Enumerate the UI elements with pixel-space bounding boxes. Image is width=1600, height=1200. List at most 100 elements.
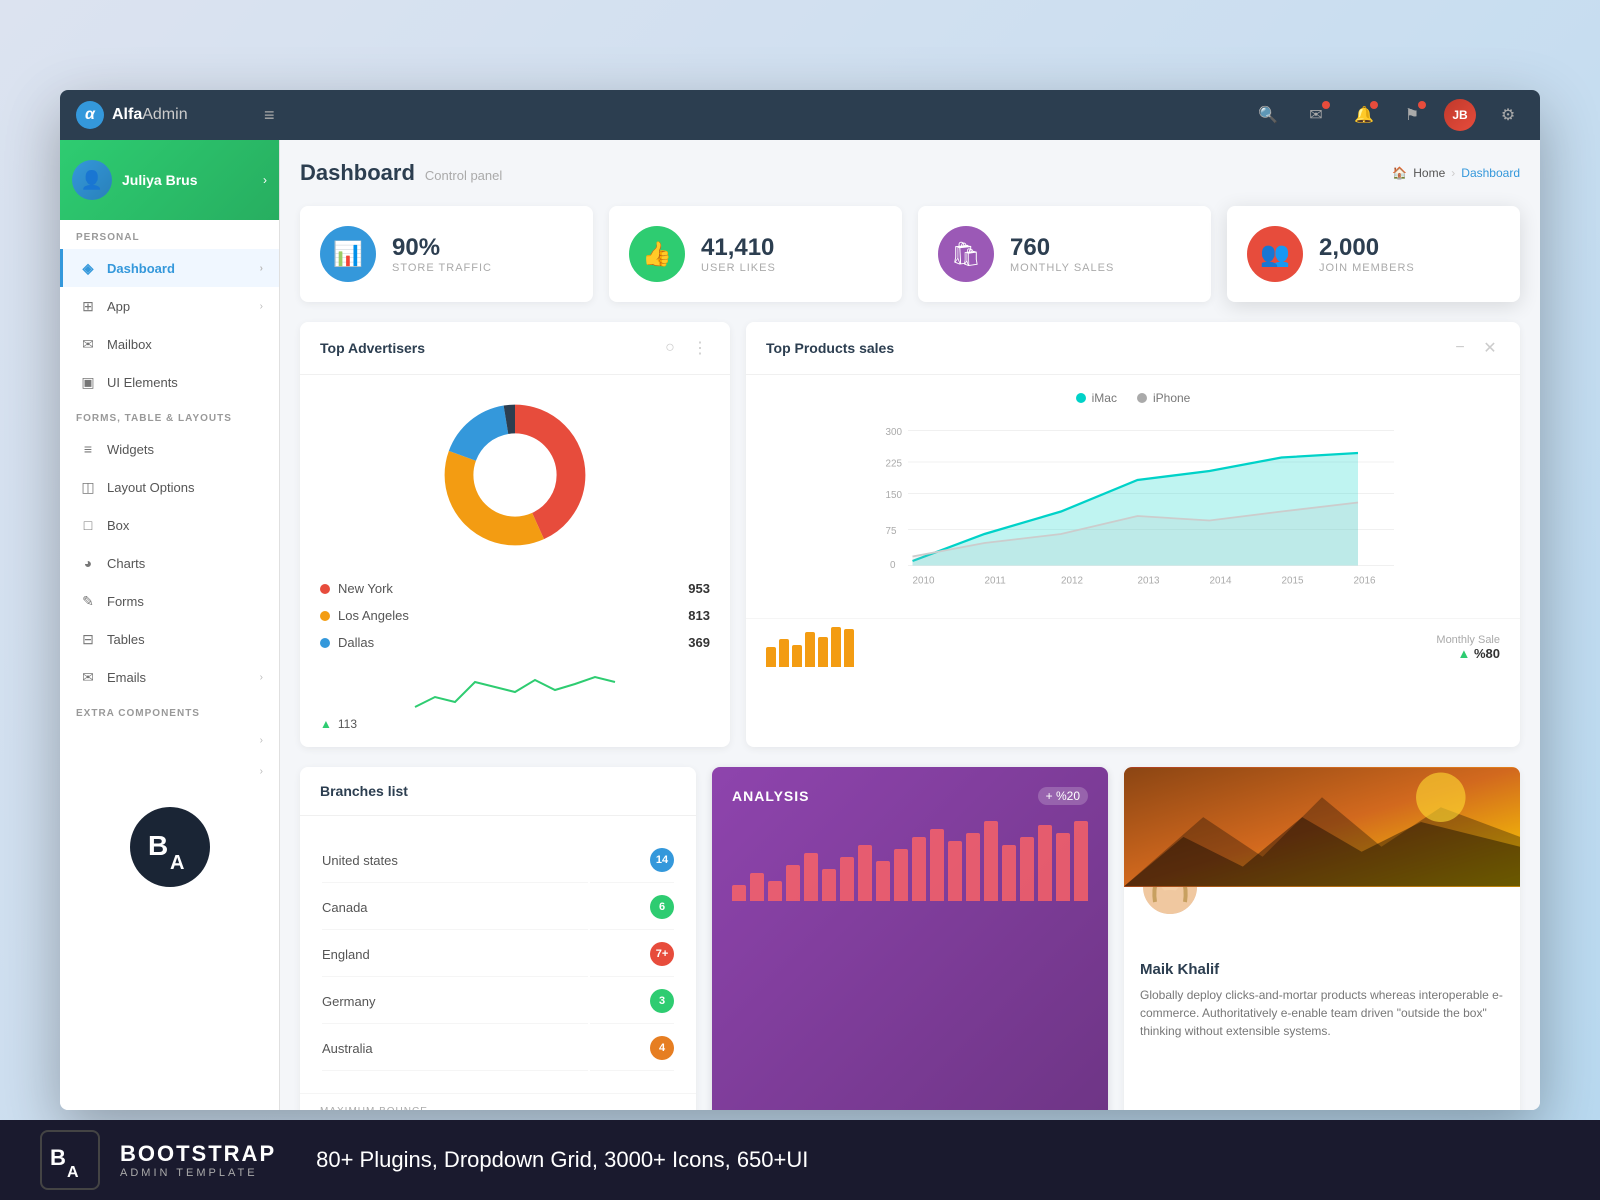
mini-value-row: ▲ 113 [320, 717, 710, 731]
card-more-btn[interactable]: ⋮ [690, 338, 710, 358]
line-chart-svg: 300 225 150 75 0 2010 [766, 417, 1500, 597]
sidebar-item-app[interactable]: ⊞ App › [60, 287, 279, 325]
stat-value-traffic: 90% [392, 234, 492, 262]
dashboard-icon: ◈ [79, 259, 97, 277]
brand-admin: Admin [142, 106, 187, 123]
svg-text:225: 225 [886, 459, 903, 470]
monthly-sale-info: Monthly Sale ▲ %80 [1436, 634, 1500, 661]
analysis-card: ANALYSIS + %20 [712, 767, 1108, 1110]
notification-badge [1370, 101, 1378, 109]
sidebar-item-box[interactable]: □ Box [60, 506, 279, 544]
table-row: England 7+ [322, 932, 674, 977]
layout-icon: ◫ [79, 478, 97, 496]
badge-australia: 4 [650, 1036, 674, 1060]
stat-label-members: JOIN MEMBERS [1319, 262, 1415, 274]
stat-icon-likes: 👍 [629, 226, 685, 282]
mini-bars [766, 627, 854, 667]
analysis-badge: + %20 [1038, 787, 1088, 805]
stat-value-sales: 760 [1010, 234, 1114, 262]
content-area: Dashboard Control panel 🏠 Home › Dashboa… [280, 140, 1540, 1110]
close-btn[interactable]: ✕ [1480, 338, 1500, 358]
search-button[interactable]: 🔍 [1252, 99, 1284, 131]
breadcrumb-home-link[interactable]: Home [1413, 166, 1445, 180]
main-layout: 👤 Juliya Brus › PERSONAL ◈ Dashboard › ⊞… [60, 140, 1540, 1110]
page-title: Dashboard [300, 160, 415, 186]
breadcrumb-separator: › [1451, 166, 1455, 180]
legend-label-dallas: Dallas [338, 635, 688, 650]
profile-name-area: Maik Khalif [1124, 961, 1520, 986]
sidebar-label-layout: Layout Options [107, 480, 194, 495]
emails-icon: ✉ [79, 668, 97, 686]
card-circle-btn[interactable]: ○ [660, 338, 680, 358]
sidebar-extra-1[interactable]: › [60, 725, 279, 756]
table-row: Germany 3 [322, 979, 674, 1024]
svg-text:2015: 2015 [1282, 576, 1304, 587]
bounce-area: MAXIMUM BOUNCE 3500 75% [300, 1093, 696, 1110]
analysis-bars [732, 821, 1088, 901]
legend-label-la: Los Angeles [338, 608, 688, 623]
legend-label-imac: iMac [1092, 391, 1117, 405]
sidebar: 👤 Juliya Brus › PERSONAL ◈ Dashboard › ⊞… [60, 140, 280, 1110]
badge-england: 7+ [650, 942, 674, 966]
bounce-label: MAXIMUM BOUNCE [320, 1106, 676, 1110]
sidebar-item-mailbox[interactable]: ✉ Mailbox [60, 325, 279, 363]
branch-country-australia: Australia [322, 1026, 588, 1071]
table-row: Canada 6 [322, 885, 674, 930]
chart-legend-top: iMac iPhone [766, 391, 1500, 405]
hamburger-button[interactable]: ≡ [264, 105, 275, 126]
sidebar-item-emails[interactable]: ✉ Emails › [60, 658, 279, 696]
mini-trend-icon: ▲ [320, 717, 332, 731]
sidebar-item-charts[interactable]: ◕ Charts [60, 544, 279, 582]
extra-2-arrow: › [260, 766, 263, 777]
legend-iphone: iPhone [1137, 391, 1190, 405]
analysis-bar-8 [858, 845, 872, 901]
stat-info-likes: 41,410 USER LIKES [701, 234, 776, 274]
top-navbar: α AlfaAdmin ≡ 🔍 ✉ 🔔 ⚑ JB ⚙ [60, 90, 1540, 140]
mini-bar-5 [818, 637, 828, 667]
flag-button[interactable]: ⚑ [1396, 99, 1428, 131]
monthly-trend-icon: ▲ [1457, 646, 1470, 661]
banner-description: 80+ Plugins, Dropdown Grid, 3000+ Icons,… [316, 1147, 808, 1173]
stat-icon-sales: 🛍 [938, 226, 994, 282]
sidebar-item-layout[interactable]: ◫ Layout Options [60, 468, 279, 506]
svg-text:2013: 2013 [1138, 576, 1160, 587]
notification-button[interactable]: 🔔 [1348, 99, 1380, 131]
legend-dot-iphone [1137, 393, 1147, 403]
legend-value-newyork: 953 [688, 581, 710, 596]
stat-info-members: 2,000 JOIN MEMBERS [1319, 234, 1415, 274]
email-button[interactable]: ✉ [1300, 99, 1332, 131]
sidebar-label-charts: Charts [107, 556, 145, 571]
sidebar-item-ui-elements[interactable]: ▣ UI Elements [60, 363, 279, 401]
ui-elements-icon: ▣ [79, 373, 97, 391]
monthly-sale-value: ▲ %80 [1436, 646, 1500, 661]
monthly-sale-percent: %80 [1474, 646, 1500, 661]
stat-info-sales: 760 MONTHLY SALES [1010, 234, 1114, 274]
sidebar-item-dashboard[interactable]: ◈ Dashboard › [60, 249, 279, 287]
sidebar-label-forms: Forms [107, 594, 144, 609]
page-subtitle: Control panel [425, 168, 502, 183]
sidebar-username: Juliya Brus [122, 172, 197, 188]
mini-wave-chart [320, 672, 710, 712]
card-title-products: Top Products sales [766, 340, 894, 356]
svg-text:B: B [148, 830, 168, 861]
settings-button[interactable]: ⚙ [1492, 99, 1524, 131]
bottom-row: Branches list United states 14 Canada [300, 767, 1520, 1110]
sidebar-user[interactable]: 👤 Juliya Brus › [60, 140, 279, 220]
minimize-btn[interactable]: − [1450, 338, 1470, 358]
profile-name: Maik Khalif [1140, 961, 1504, 978]
analysis-bar-20 [1074, 821, 1088, 901]
user-avatar[interactable]: JB [1444, 99, 1476, 131]
breadcrumb-home-icon: 🏠 [1392, 166, 1407, 180]
sidebar-extra-2[interactable]: › [60, 756, 279, 787]
sidebar-item-tables[interactable]: ⊟ Tables [60, 620, 279, 658]
analysis-title: ANALYSIS [732, 788, 810, 804]
sidebar-label-tables: Tables [107, 632, 145, 647]
analysis-bar-6 [822, 869, 836, 901]
legend-new-york: New York 953 [320, 575, 710, 602]
svg-text:75: 75 [886, 526, 897, 537]
chart-legend: New York 953 Los Angeles 813 Dallas 369 [300, 575, 730, 672]
svg-text:300: 300 [886, 427, 903, 438]
sidebar-item-forms[interactable]: ✎ Forms [60, 582, 279, 620]
mini-number: 113 [338, 717, 357, 731]
sidebar-item-widgets[interactable]: ≡ Widgets [60, 430, 279, 468]
